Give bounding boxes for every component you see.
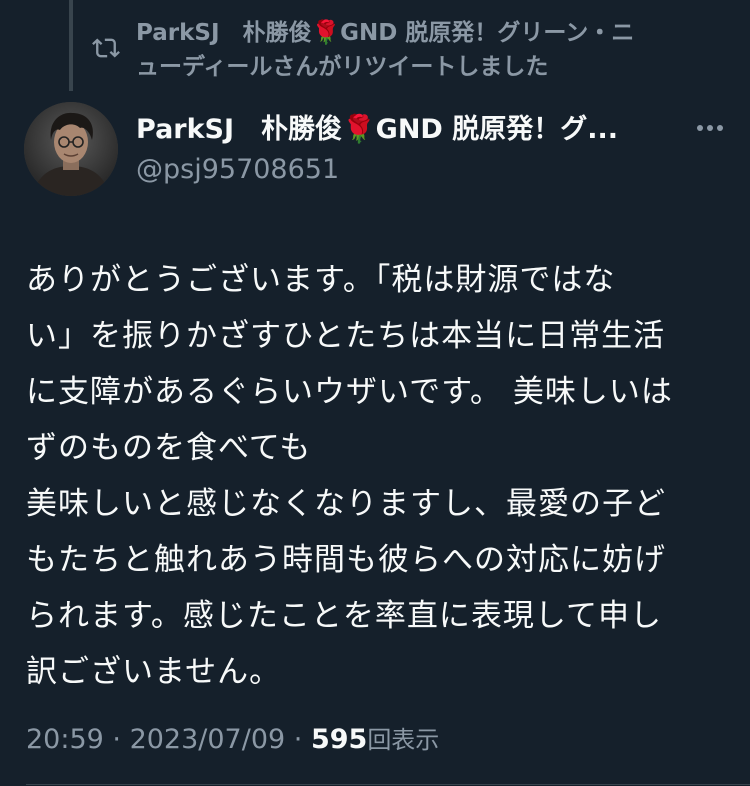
tweet-text-line: い」を振りかざすひとたちは本当に日常生活 — [26, 318, 666, 354]
author-handle[interactable]: @psj95708651 — [136, 152, 339, 188]
author-display-name[interactable]: ParkSJ 朴勝俊🌹GND 脱原発！グ... — [136, 112, 676, 148]
tweet-text-line: ずのものを食べても — [26, 430, 312, 466]
author-name-suffix: GND 脱原発！グ... — [375, 114, 619, 145]
tweet-metadata: 20:59 · 2023/07/09 · 595回表示 — [26, 720, 439, 760]
tweet-date[interactable]: 2023/07/09 — [130, 724, 286, 755]
tweet-text-line: もたちと触れあう時間も彼らへの対応に妨げ — [26, 542, 666, 578]
retweeter-name-suffix: GND 脱原発！グリーン・ニ — [340, 20, 635, 46]
retweet-icon — [92, 38, 120, 58]
tweet-text-line: 訳ございません。 — [26, 654, 282, 690]
meta-separator: · — [285, 724, 311, 755]
views-label[interactable]: 回表示 — [367, 726, 439, 754]
retweet-notice-label: ューディールさんがリツイートしました — [136, 54, 549, 80]
rose-emoji-icon: 🌹 — [342, 114, 376, 145]
divider — [26, 784, 750, 785]
tweet-detail-screen: ParkSJ 朴勝俊🌹GND 脱原発！グリーン・ニ ューディールさんがリツイートし… — [0, 0, 750, 786]
meta-separator: · — [103, 724, 130, 755]
avatar-photo-icon — [24, 102, 118, 196]
avatar[interactable] — [24, 102, 118, 196]
thread-line — [69, 0, 73, 91]
more-options-icon[interactable] — [694, 116, 726, 140]
tweet-text-line: 美味しいと感じなくなりますし、最愛の子ど — [26, 486, 666, 522]
tweet-text-line: ありがとうございます。「税は財源ではな — [26, 262, 616, 298]
tweet-text-line: に支障があるぐらいウザいです。 美味しいは — [26, 374, 673, 410]
tweet-text-line: られます。感じたことを率直に表現して申し — [26, 598, 662, 634]
tweet-text: ありがとうございます。「税は財源ではな い」を振りかざすひとたちは本当に日常生活… — [26, 252, 726, 700]
views-count[interactable]: 595 — [311, 724, 367, 755]
tweet-time[interactable]: 20:59 — [26, 724, 104, 755]
author-name: ParkSJ 朴勝俊 — [136, 114, 343, 145]
retweet-notice[interactable]: ParkSJ 朴勝俊🌹GND 脱原発！グリーン・ニューディールさんがリツイートし… — [136, 16, 726, 84]
rose-emoji-icon: 🌹 — [311, 20, 341, 46]
retweeter-name: ParkSJ 朴勝俊 — [136, 20, 312, 46]
